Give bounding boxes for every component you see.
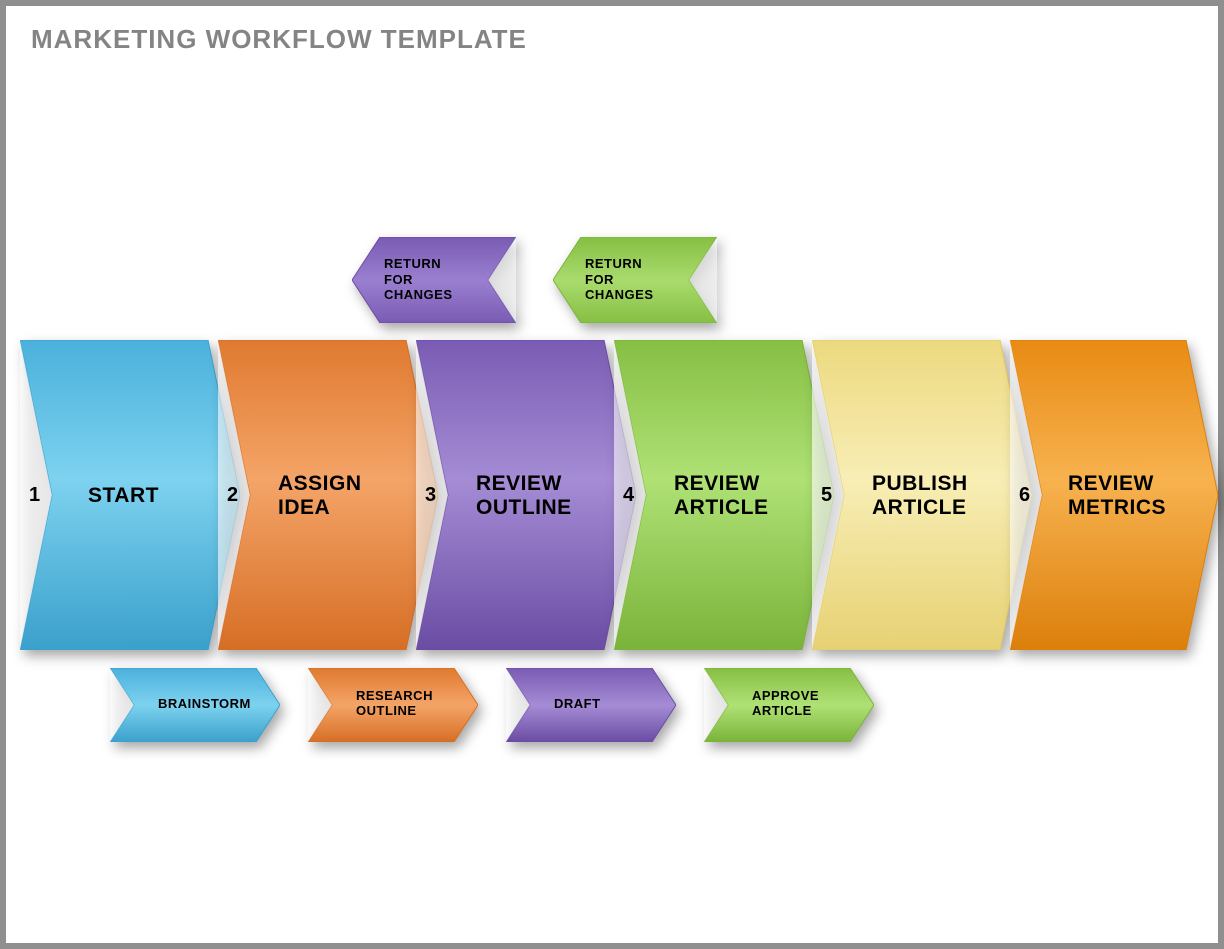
return-label-2: RETURNFORCHANGES xyxy=(585,256,675,303)
step-number-4: 4 xyxy=(623,484,634,507)
step-number-1: 1 xyxy=(29,484,40,507)
advance-label-3: DRAFT xyxy=(554,697,654,712)
advance-label-1: BRAINSTORM xyxy=(158,697,268,712)
step-number-2: 2 xyxy=(227,484,238,507)
step-label-4: REVIEWARTICLE xyxy=(674,472,814,520)
step-label-3: REVIEWOUTLINE xyxy=(476,472,616,520)
advance-label-2: RESEARCHOUTLINE xyxy=(356,689,456,719)
step-label-5: PUBLISHARTICLE xyxy=(872,472,1012,520)
step-label-2: ASSIGNIDEA xyxy=(278,472,418,520)
diagram-title: MARKETING WORKFLOW TEMPLATE xyxy=(31,24,527,55)
return-label-1: RETURNFORCHANGES xyxy=(384,256,474,303)
step-number-3: 3 xyxy=(425,484,436,507)
advance-label-4: APPROVEARTICLE xyxy=(752,689,852,719)
step-label-6: REVIEWMETRICS xyxy=(1068,472,1208,520)
step-number-6: 6 xyxy=(1019,484,1030,507)
workflow-diagram: MARKETING WORKFLOW TEMPLATE RETURNFORCHA… xyxy=(0,0,1224,949)
step-label-1: START xyxy=(88,484,218,508)
step-number-5: 5 xyxy=(821,484,832,507)
